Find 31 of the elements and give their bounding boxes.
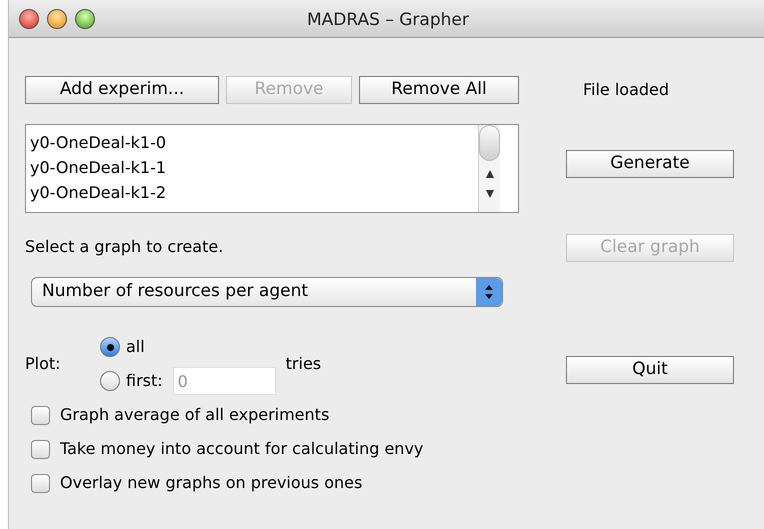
radio-label: first:	[126, 370, 163, 392]
graph-prompt: Select a graph to create.	[25, 236, 224, 258]
radio-button[interactable]	[100, 371, 120, 391]
checkbox[interactable]	[31, 406, 50, 424]
window-control-icon[interactable]	[19, 8, 39, 28]
tries-label: tries	[286, 353, 322, 375]
radio-label: all	[126, 336, 145, 358]
push-button[interactable]: Quit	[566, 356, 734, 384]
push-button[interactable]: Add experim...	[25, 76, 219, 104]
list-item[interactable]: y0-OneDeal-k1-0	[30, 130, 478, 155]
window-title: MADRAS – Grapher	[307, 9, 469, 32]
checkbox-label: Take money into account for calculating envy	[60, 438, 424, 460]
push-button[interactable]: Remove All	[359, 76, 519, 104]
scrollbar[interactable]	[478, 125, 500, 212]
graph-select[interactable]: Number of resources per agent	[31, 277, 503, 307]
checkbox-label: Graph average of all experiments	[60, 404, 330, 426]
radio-button[interactable]	[100, 337, 120, 357]
status-text: File loaded	[583, 79, 670, 101]
checkbox[interactable]	[31, 440, 50, 458]
checkbox-label: Overlay new graphs on previous ones	[60, 472, 362, 494]
dropdown-arrows-icon[interactable]	[476, 278, 502, 306]
window-control-icon[interactable]	[75, 8, 95, 28]
count-field[interactable]: 0	[172, 367, 276, 395]
list-item[interactable]: y0-OneDeal-k1-1	[30, 155, 478, 180]
scroll-up-icon[interactable]	[484, 169, 494, 179]
push-button[interactable]: Generate	[566, 150, 734, 178]
checkbox[interactable]	[31, 474, 50, 492]
list-item[interactable]: y0-OneDeal-k1-2	[30, 180, 478, 205]
plot-label: Plot:	[25, 353, 62, 375]
scroll-down-icon[interactable]	[484, 189, 494, 199]
window-control-icon[interactable]	[47, 8, 67, 28]
